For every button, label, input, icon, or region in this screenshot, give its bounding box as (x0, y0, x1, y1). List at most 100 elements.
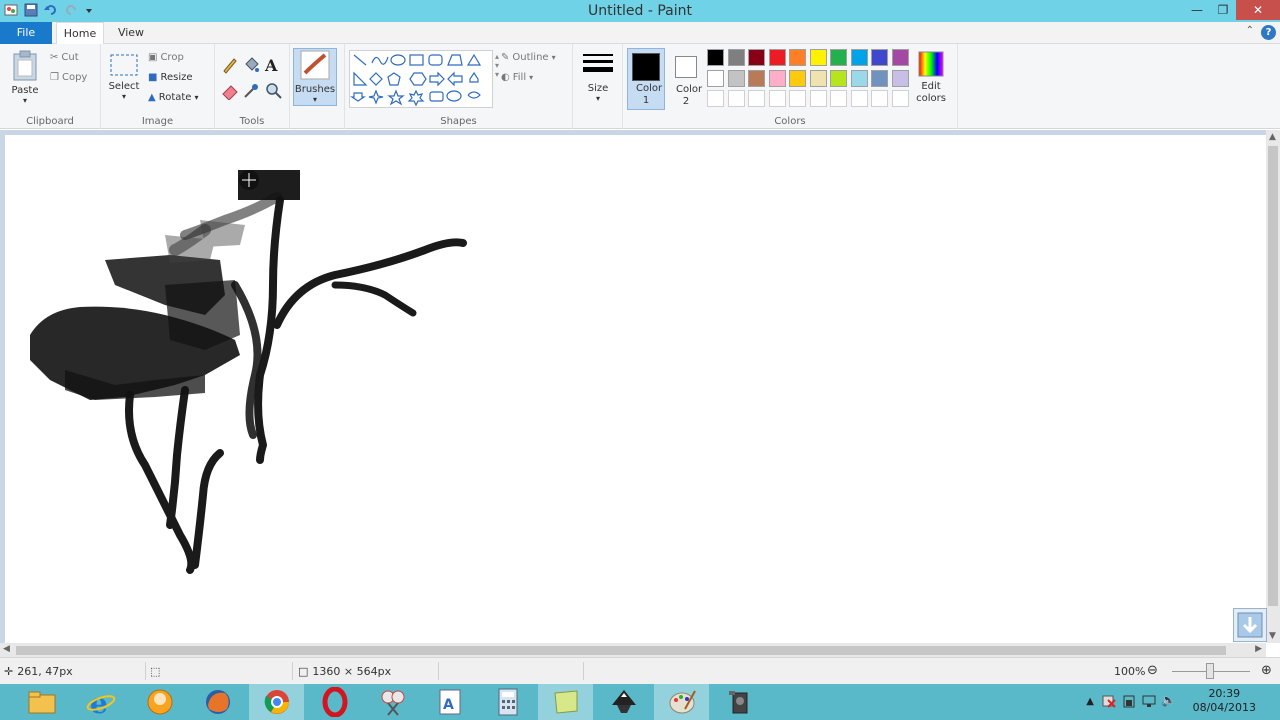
download-arrow-icon[interactable] (1233, 608, 1267, 642)
drawing-canvas[interactable] (5, 135, 1266, 643)
scroll-left-icon[interactable]: ◀ (3, 644, 10, 654)
brushes-button[interactable]: Brushes ▾ (293, 48, 337, 106)
crop-button[interactable]: ▣ Crop (148, 52, 184, 63)
color1-button[interactable]: Color 1 (627, 48, 665, 110)
palette-swatch[interactable] (707, 90, 724, 107)
vertical-scroll-thumb[interactable] (1268, 146, 1278, 606)
outline-button[interactable]: ✎ Outline ▾ (501, 52, 556, 63)
maximize-button[interactable]: ❐ (1210, 0, 1236, 20)
palette-swatch[interactable] (830, 90, 847, 107)
copy-button[interactable]: ❐ Copy (50, 72, 87, 83)
select-label: Select (108, 81, 140, 92)
palette-swatch[interactable] (727, 90, 745, 107)
eraser-icon[interactable] (221, 82, 239, 103)
shapes-gallery[interactable] (349, 50, 493, 108)
palette-swatch[interactable] (891, 90, 909, 107)
tab-file[interactable]: File (0, 22, 52, 44)
palette-swatch[interactable] (871, 49, 888, 66)
palette-swatch[interactable] (768, 49, 786, 66)
palette-swatch[interactable] (891, 49, 909, 66)
network-icon[interactable] (1142, 694, 1156, 711)
palette-swatch[interactable] (871, 90, 888, 107)
palette-swatch[interactable] (830, 49, 847, 66)
select-button[interactable]: Select ▾ (107, 52, 141, 101)
palette-swatch[interactable] (748, 49, 765, 66)
palette-swatch[interactable] (789, 69, 806, 87)
collapse-ribbon-icon[interactable]: ⌃ (1246, 25, 1254, 36)
fill-bucket-icon[interactable] (242, 56, 260, 77)
internet-explorer-icon[interactable]: e (73, 684, 128, 720)
chrome-icon[interactable] (249, 684, 304, 720)
calculator-icon[interactable] (480, 684, 535, 720)
palette-swatch[interactable] (748, 90, 765, 107)
clock-time: 20:39 (1208, 687, 1241, 700)
palette-swatch[interactable] (707, 49, 724, 66)
firefox-icon[interactable] (190, 684, 245, 720)
paint-taskbar-icon[interactable] (654, 684, 709, 720)
zoom-in-icon[interactable]: ⊕ (1261, 663, 1272, 678)
rotate-button[interactable]: ▲ Rotate ▾ (148, 92, 198, 103)
resize-button[interactable]: ■ Resize (148, 72, 193, 83)
palette-swatch[interactable] (871, 69, 888, 87)
color-picker-icon[interactable] (242, 82, 260, 103)
palette-swatch[interactable] (809, 49, 827, 66)
shapes-icons (350, 53, 482, 107)
palette-swatch[interactable] (830, 69, 847, 87)
horizontal-scroll-thumb[interactable] (16, 646, 1226, 655)
palette-swatch[interactable] (727, 69, 745, 87)
ribbon: Paste ▾ ✂ Cut ❐ Copy Clipboard Select ▾ … (0, 44, 1280, 129)
cut-button[interactable]: ✂ Cut (50, 52, 79, 63)
palette-swatch[interactable] (850, 49, 868, 66)
fill-button[interactable]: ◐ Fill ▾ (501, 72, 533, 83)
help-icon[interactable]: ? (1261, 25, 1276, 40)
paste-button[interactable]: Paste ▾ (6, 50, 44, 105)
palette-swatch[interactable] (789, 49, 806, 66)
palette-swatch[interactable] (727, 49, 745, 66)
tab-view[interactable]: View (108, 22, 154, 44)
inkscape-icon[interactable] (596, 684, 651, 720)
opera-icon[interactable] (307, 684, 362, 720)
edit-colors-button[interactable]: Edit colors (911, 50, 951, 105)
palette-swatch[interactable] (850, 90, 868, 107)
clock[interactable]: 20:39 08/04/2013 (1193, 687, 1256, 715)
sticky-notes-icon[interactable] (538, 684, 593, 720)
palette-swatch[interactable] (768, 69, 786, 87)
scroll-down-icon[interactable]: ▼ (1269, 631, 1276, 641)
text-tool-icon[interactable]: A (265, 56, 277, 75)
zoom-slider-thumb[interactable] (1206, 663, 1214, 679)
color2-button[interactable]: Color 2 (667, 48, 705, 110)
palette-swatch[interactable] (809, 69, 827, 87)
snipping-tool-icon[interactable] (365, 684, 420, 720)
rainbow-icon (918, 51, 944, 77)
scroll-up-icon[interactable]: ▲ (1269, 132, 1276, 142)
size-button[interactable]: Size ▾ (580, 52, 616, 103)
chat-app-icon[interactable] (132, 684, 187, 720)
zoom-out-icon[interactable]: ⊖ (1147, 663, 1158, 678)
palette-swatch[interactable] (891, 69, 909, 87)
battery-icon[interactable] (1122, 694, 1136, 711)
horizontal-scrollbar[interactable]: ◀ ▶ (0, 643, 1266, 657)
close-button[interactable]: ✕ (1236, 0, 1280, 20)
magnifier-icon[interactable] (265, 82, 283, 103)
palette-swatch[interactable] (768, 90, 786, 107)
word-pad-icon[interactable]: A (422, 684, 477, 720)
vertical-scrollbar[interactable]: ▲ ▼ (1266, 130, 1280, 643)
volume-icon[interactable]: 🔈 (1161, 693, 1176, 707)
show-hidden-icons-icon[interactable]: ▲ (1086, 696, 1094, 707)
camera-app-icon[interactable] (712, 684, 767, 720)
pencil-icon[interactable] (221, 56, 239, 77)
scroll-right-icon[interactable]: ▶ (1255, 644, 1262, 654)
palette-swatch[interactable] (748, 69, 765, 87)
minimize-button[interactable]: — (1184, 0, 1210, 20)
color1-swatch (632, 53, 660, 81)
file-explorer-icon[interactable] (14, 684, 69, 720)
palette-swatch[interactable] (789, 90, 806, 107)
shapes-scroll-icon[interactable]: ▴ ▾ ▾ (495, 52, 499, 79)
palette-swatch[interactable] (850, 69, 868, 87)
palette-swatch[interactable] (707, 69, 724, 87)
ribbon-tabs: File Home View ⌃ ? (0, 22, 1280, 45)
tab-home[interactable]: Home (56, 22, 104, 45)
selection-icon: ⬚ (150, 665, 161, 678)
action-center-icon[interactable] (1102, 694, 1116, 711)
palette-swatch[interactable] (809, 90, 827, 107)
